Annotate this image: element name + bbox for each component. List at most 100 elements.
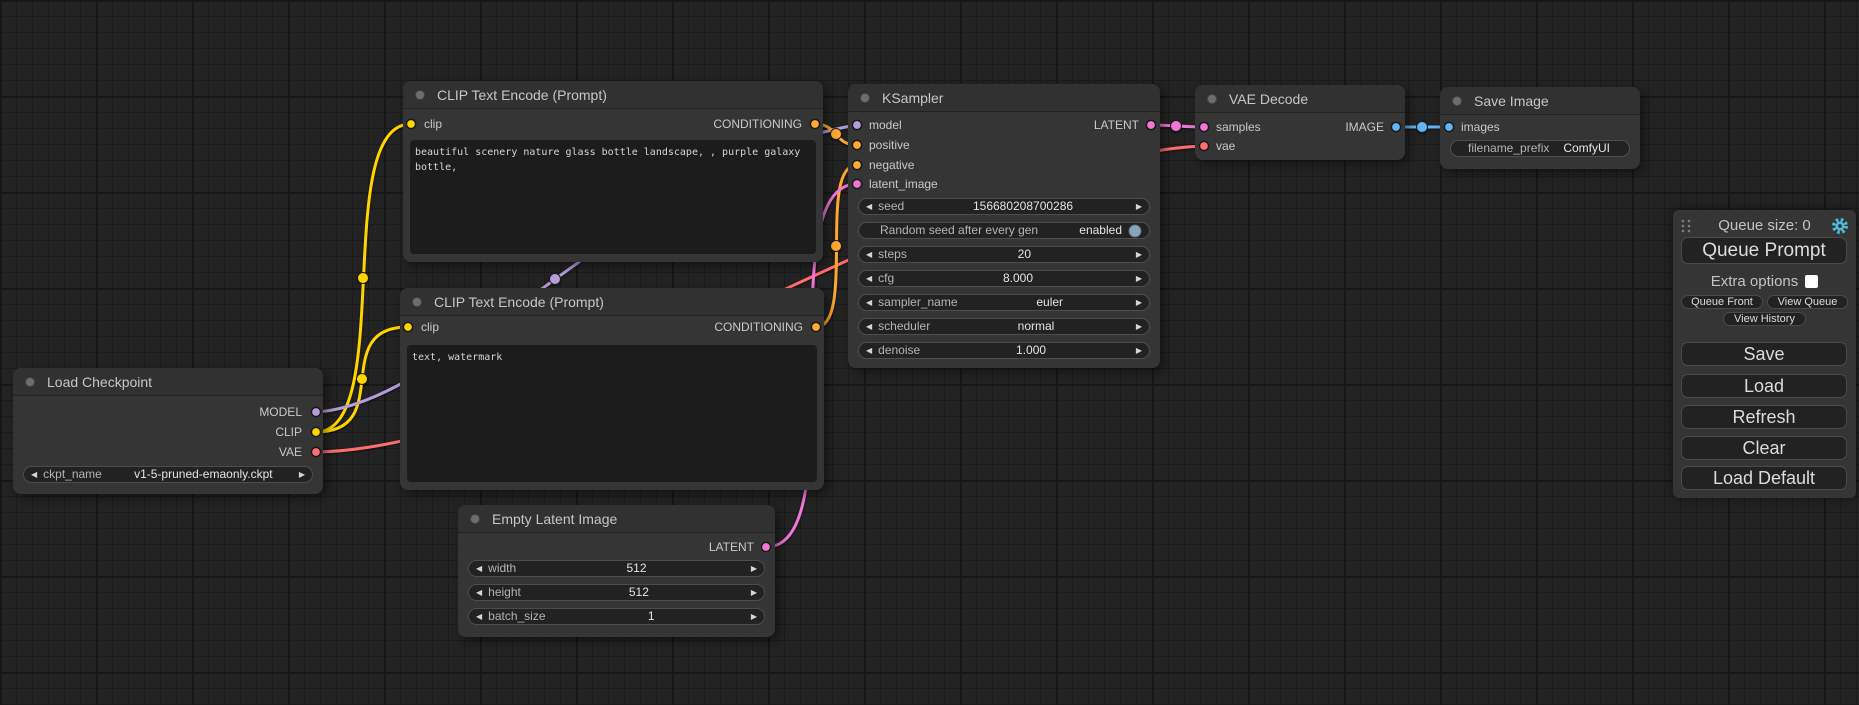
output-port-model: MODEL: [259, 404, 302, 420]
widget-denoise[interactable]: ◀ denoise 1.000 ▶: [858, 342, 1150, 359]
increment-arrow-icon[interactable]: ▶: [751, 585, 757, 600]
output-port-clip: CLIP: [275, 424, 302, 440]
widget-filename-prefix[interactable]: filename_prefix ComfyUI: [1450, 140, 1630, 157]
node-save-image[interactable]: Save Image images filename_prefix ComfyU…: [1440, 87, 1640, 169]
collapse-dot-icon[interactable]: [1452, 96, 1462, 106]
widget-label: seed: [878, 199, 904, 214]
collapse-dot-icon[interactable]: [412, 297, 422, 307]
widget-value: 20: [1018, 247, 1031, 262]
widget-random-seed-toggle[interactable]: Random seed after every gen enabled: [858, 222, 1150, 239]
widget-label: filename_prefix: [1468, 141, 1549, 156]
widget-label: ckpt_name: [43, 467, 102, 482]
node-title: CLIP Text Encode (Prompt): [403, 81, 823, 109]
decrement-arrow-icon[interactable]: ◀: [476, 609, 482, 624]
link-dot: [1417, 122, 1428, 133]
node-load-checkpoint[interactable]: Load Checkpoint MODEL CLIP VAE ◀ ckpt_na…: [13, 368, 323, 494]
widget-cfg[interactable]: ◀ cfg 8.000 ▶: [858, 270, 1150, 287]
collapse-dot-icon[interactable]: [25, 377, 35, 387]
load-default-button[interactable]: Load Default: [1681, 466, 1847, 490]
node-title: Empty Latent Image: [458, 505, 775, 533]
increment-arrow-icon[interactable]: ▶: [1136, 295, 1142, 310]
link-dot: [550, 274, 561, 285]
queue-size-label: Queue size: 0: [1673, 216, 1856, 236]
collapse-dot-icon[interactable]: [470, 514, 480, 524]
widget-label: batch_size: [488, 609, 545, 624]
queue-panel[interactable]: Queue size: 0 Queue Prompt Extra options…: [1673, 210, 1856, 498]
input-port-clip: clip: [424, 116, 442, 132]
output-port-conditioning: CONDITIONING: [714, 319, 803, 335]
increment-arrow-icon[interactable]: ▶: [751, 561, 757, 576]
node-clip-text-encode-negative[interactable]: CLIP Text Encode (Prompt) clip CONDITION…: [400, 288, 824, 490]
widget-steps[interactable]: ◀ steps 20 ▶: [858, 246, 1150, 263]
node-title: Save Image: [1440, 87, 1640, 115]
widget-value: v1-5-pruned-emaonly.ckpt: [134, 467, 273, 482]
decrement-arrow-icon[interactable]: ◀: [866, 199, 872, 214]
widget-batch-size[interactable]: ◀ batch_size 1 ▶: [468, 608, 765, 625]
widget-value: enabled: [1079, 223, 1122, 238]
increment-arrow-icon[interactable]: ▶: [1136, 343, 1142, 358]
decrement-arrow-icon[interactable]: ◀: [476, 585, 482, 600]
widget-value: 1.000: [1016, 343, 1046, 358]
queue-prompt-button[interactable]: Queue Prompt: [1681, 237, 1847, 264]
widget-label: steps: [878, 247, 907, 262]
node-ksampler[interactable]: KSampler model positive negative latent_…: [848, 84, 1160, 368]
collapse-dot-icon[interactable]: [1207, 94, 1217, 104]
extra-options-checkbox[interactable]: [1805, 275, 1818, 288]
increment-arrow-icon[interactable]: ▶: [1136, 319, 1142, 334]
widget-seed[interactable]: ◀ seed 156680208700286 ▶: [858, 198, 1150, 215]
widget-label: height: [488, 585, 521, 600]
increment-arrow-icon[interactable]: ▶: [1136, 247, 1142, 262]
widget-value: 1: [648, 609, 655, 624]
widget-label: width: [488, 561, 516, 576]
refresh-button[interactable]: Refresh: [1681, 405, 1847, 429]
decrement-arrow-icon[interactable]: ◀: [866, 319, 872, 334]
widget-value: 512: [629, 585, 649, 600]
widget-height[interactable]: ◀ height 512 ▶: [468, 584, 765, 601]
load-button[interactable]: Load: [1681, 374, 1847, 398]
queue-front-button[interactable]: Queue Front: [1681, 295, 1763, 309]
node-empty-latent-image[interactable]: Empty Latent Image LATENT ◀ width 512 ▶ …: [458, 505, 775, 637]
widget-value: 512: [627, 561, 647, 576]
node-title: Load Checkpoint: [13, 368, 323, 396]
decrement-arrow-icon[interactable]: ◀: [866, 295, 872, 310]
decrement-arrow-icon[interactable]: ◀: [476, 561, 482, 576]
view-queue-button[interactable]: View Queue: [1767, 295, 1848, 309]
widget-value: 156680208700286: [973, 199, 1073, 214]
node-title: KSampler: [848, 84, 1160, 112]
input-port-latent-image: latent_image: [869, 176, 938, 192]
settings-gear-icon[interactable]: [1831, 217, 1849, 235]
decrement-arrow-icon[interactable]: ◀: [866, 271, 872, 286]
view-history-button[interactable]: View History: [1723, 312, 1806, 326]
link-dot: [357, 374, 368, 385]
increment-arrow-icon[interactable]: ▶: [1136, 199, 1142, 214]
widget-scheduler[interactable]: ◀ scheduler normal ▶: [858, 318, 1150, 335]
widget-ckpt-name[interactable]: ◀ ckpt_name v1-5-pruned-emaonly.ckpt ▶: [23, 466, 313, 483]
node-clip-text-encode-positive[interactable]: CLIP Text Encode (Prompt) clip CONDITION…: [403, 81, 823, 262]
decrement-arrow-icon[interactable]: ◀: [866, 247, 872, 262]
positive-prompt-textarea[interactable]: beautiful scenery nature glass bottle la…: [410, 140, 816, 254]
widget-label: scheduler: [878, 319, 930, 334]
widget-sampler-name[interactable]: ◀ sampler_name euler ▶: [858, 294, 1150, 311]
increment-arrow-icon[interactable]: ▶: [751, 609, 757, 624]
decrement-arrow-icon[interactable]: ◀: [866, 343, 872, 358]
clear-button[interactable]: Clear: [1681, 436, 1847, 460]
increment-arrow-icon[interactable]: ▶: [1136, 271, 1142, 286]
graph-canvas[interactable]: Load Checkpoint MODEL CLIP VAE ◀ ckpt_na…: [0, 0, 1859, 705]
widget-value: normal: [1018, 319, 1055, 334]
link-clip-to-positive-encoder: [316, 124, 411, 432]
toggle-enabled-icon[interactable]: [1128, 224, 1142, 238]
increment-arrow-icon[interactable]: ▶: [299, 467, 305, 482]
collapse-dot-icon[interactable]: [415, 90, 425, 100]
decrement-arrow-icon[interactable]: ◀: [31, 467, 37, 482]
save-button[interactable]: Save: [1681, 342, 1847, 366]
widget-width[interactable]: ◀ width 512 ▶: [468, 560, 765, 577]
output-port-latent: LATENT: [1094, 117, 1139, 133]
widget-label: sampler_name: [878, 295, 957, 310]
negative-prompt-textarea[interactable]: text, watermark: [407, 345, 817, 482]
node-vae-decode[interactable]: VAE Decode samples vae IMAGE: [1195, 85, 1405, 160]
input-port-images: images: [1461, 119, 1500, 135]
output-port-latent: LATENT: [709, 539, 754, 555]
extra-options-label: Extra options: [1711, 273, 1799, 290]
link-dot: [831, 129, 842, 140]
collapse-dot-icon[interactable]: [860, 93, 870, 103]
